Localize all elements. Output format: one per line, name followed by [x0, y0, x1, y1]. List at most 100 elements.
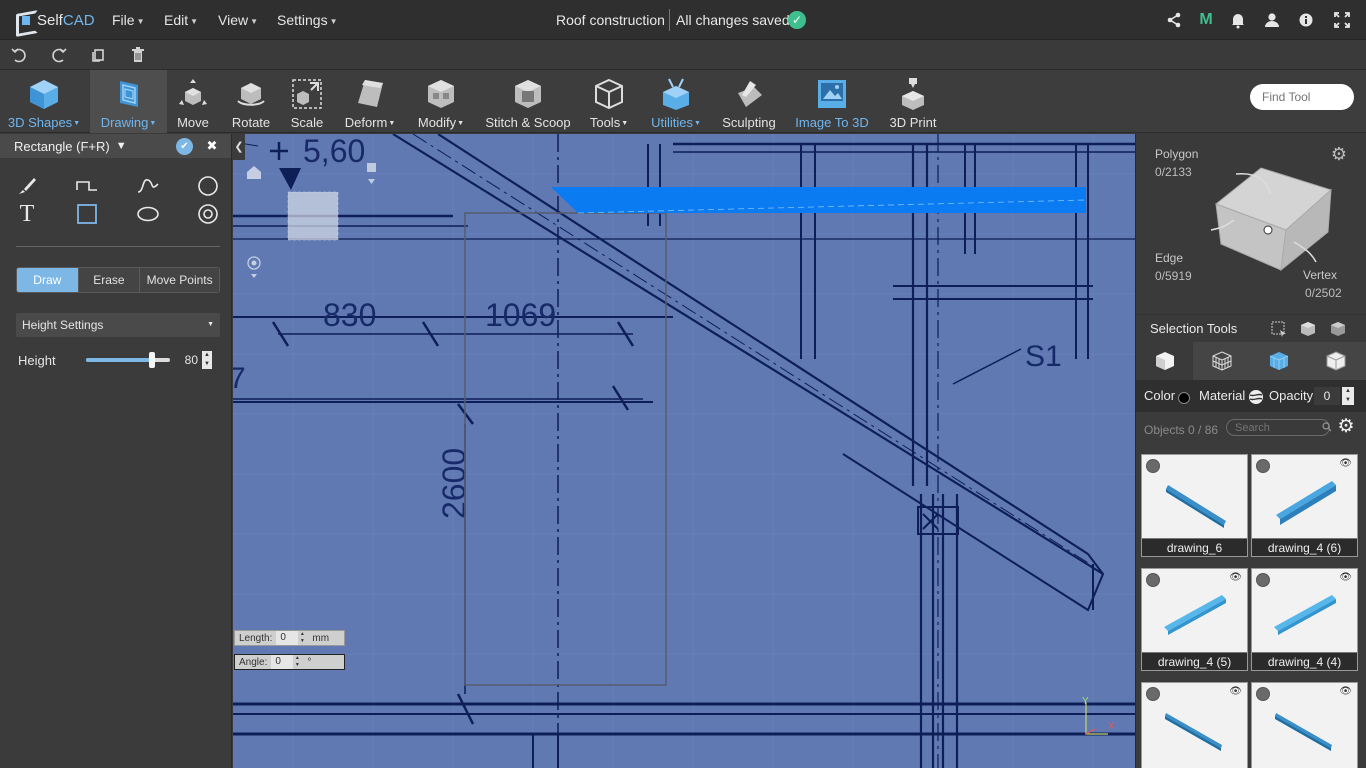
tool-label: Deform: [344, 115, 388, 130]
angle-stepper[interactable]: ▲ ▼: [293, 655, 301, 669]
height-slider[interactable]: [86, 352, 170, 368]
slider-thumb[interactable]: [149, 352, 156, 368]
fullscreen-icon[interactable]: [1332, 10, 1352, 30]
object-card[interactable]: 👁 drawing_4 (4): [1251, 568, 1358, 671]
length-stepper[interactable]: ▲ ▼: [298, 631, 306, 645]
select-all-icon[interactable]: [1329, 320, 1347, 338]
menu-view[interactable]: View ▼: [218, 12, 258, 28]
polyline-icon[interactable]: [75, 174, 99, 198]
tool-drawing[interactable]: Drawing▼: [90, 70, 167, 133]
tool-move[interactable]: Move: [170, 70, 216, 133]
tool-3d-shapes[interactable]: 3D Shapes▼: [6, 70, 82, 133]
object-card[interactable]: 👁: [1141, 682, 1248, 768]
orbit-icon[interactable]: [247, 256, 261, 278]
mode-draw[interactable]: Draw: [17, 268, 79, 292]
opacity-label: Opacity: [1269, 388, 1314, 403]
length-unit: mm: [312, 632, 330, 644]
selection-mode-cube: Polygon 0/2133 Edge 0/5919 Vertex 0/2502…: [1136, 134, 1366, 314]
share-icon[interactable]: [1164, 10, 1184, 30]
circle-icon[interactable]: [196, 174, 220, 198]
mode-erase[interactable]: Erase: [78, 268, 141, 292]
panel-header[interactable]: Rectangle (F+R) ▼ ✔ ✖: [0, 134, 231, 158]
height-settings-dropdown[interactable]: Height Settings ▼: [16, 313, 220, 337]
rectangle-icon[interactable]: [75, 202, 99, 226]
object-card[interactable]: 👁 drawing_4 (5): [1141, 568, 1248, 671]
select-radio[interactable]: [1256, 459, 1270, 473]
confirm-button[interactable]: ✔: [176, 138, 193, 155]
select-connected-icon[interactable]: [1299, 320, 1317, 338]
blueprint-canvas: 5,60 830 1069 2600 S1 7 Y X: [233, 134, 1135, 768]
tab-faces[interactable]: [1250, 342, 1307, 380]
gear-icon[interactable]: ⚙: [1336, 417, 1356, 437]
select-radio[interactable]: [1146, 573, 1160, 587]
tool-stitch-scoop[interactable]: Stitch & Scoop: [484, 70, 572, 133]
object-card[interactable]: drawing_6: [1141, 454, 1248, 557]
opacity-input[interactable]: 0: [1314, 387, 1340, 405]
tool-tools[interactable]: Tools▼: [584, 70, 634, 133]
length-value[interactable]: 0: [276, 631, 299, 645]
tool-rotate[interactable]: Rotate: [226, 70, 276, 133]
menu-edit[interactable]: Edit ▼: [164, 12, 198, 28]
select-radio[interactable]: [1256, 687, 1270, 701]
angle-value[interactable]: 0: [271, 655, 294, 669]
object-card[interactable]: 👁 drawing_4 (6): [1251, 454, 1358, 557]
redo-icon[interactable]: [49, 45, 69, 65]
trash-icon[interactable]: [128, 45, 148, 65]
object-card[interactable]: 👁: [1251, 682, 1358, 768]
select-radio[interactable]: [1256, 573, 1270, 587]
tool-3d-print[interactable]: 3D Print: [884, 70, 942, 133]
chevron-down-icon: ▼: [207, 321, 214, 328]
polygon-label[interactable]: Polygon: [1155, 147, 1198, 161]
menu-settings[interactable]: Settings ▼: [277, 12, 338, 28]
project-title[interactable]: Roof construction: [556, 12, 665, 28]
select-radio[interactable]: [1146, 687, 1160, 701]
tool-modify[interactable]: Modify▼: [412, 70, 470, 133]
collapse-panel-button[interactable]: ❮: [233, 134, 245, 160]
text-icon[interactable]: T: [15, 202, 39, 226]
tab-object[interactable]: [1136, 342, 1193, 380]
material-icon[interactable]: [1248, 389, 1264, 405]
opacity-stepper[interactable]: ▲ ▼: [1342, 387, 1354, 405]
info-icon[interactable]: [1296, 10, 1316, 30]
tool-sculpting[interactable]: Sculpting: [718, 70, 780, 133]
hidden-eye-icon[interactable]: 👁: [1339, 458, 1352, 469]
ring-icon[interactable]: [196, 202, 220, 226]
user-icon[interactable]: [1262, 10, 1282, 30]
bell-icon[interactable]: [1228, 10, 1248, 30]
view-gizmo[interactable]: [279, 163, 376, 241]
tool-utilities[interactable]: Utilities▼: [648, 70, 704, 133]
undo-icon[interactable]: [9, 45, 29, 65]
angle-input[interactable]: Angle: 0 ▲ ▼ °: [234, 654, 345, 670]
copy-icon[interactable]: [88, 45, 108, 65]
brush-icon[interactable]: [15, 174, 39, 198]
select-radio[interactable]: [1146, 459, 1160, 473]
box-select-icon[interactable]: [1270, 320, 1288, 338]
hidden-eye-icon[interactable]: 👁: [1229, 572, 1242, 583]
length-input[interactable]: Length: 0 ▲ ▼ mm: [234, 630, 345, 646]
selected-object[interactable]: [551, 187, 1086, 213]
ellipse-icon[interactable]: [136, 202, 160, 226]
tab-mesh[interactable]: [1193, 342, 1250, 380]
menu-file[interactable]: File ▼: [112, 12, 144, 28]
hidden-eye-icon[interactable]: 👁: [1339, 572, 1352, 583]
edge-label[interactable]: Edge: [1155, 251, 1183, 265]
mode-move-points[interactable]: Move Points: [140, 268, 219, 292]
myminifactory-icon[interactable]: M: [1196, 10, 1216, 30]
curve-icon[interactable]: [136, 174, 160, 198]
tab-wireframe[interactable]: [1307, 342, 1364, 380]
height-stepper[interactable]: ▲ ▼: [202, 351, 212, 369]
tool-scale[interactable]: Scale: [284, 70, 330, 133]
object-search-input[interactable]: [1226, 419, 1330, 436]
selection-cube-icon[interactable]: [1206, 152, 1346, 272]
tool-image-to-3d[interactable]: Image To 3D: [794, 70, 870, 133]
color-swatch[interactable]: [1178, 392, 1190, 404]
selfcad-logo[interactable]: Self CAD: [14, 8, 95, 32]
close-button[interactable]: ✖: [206, 137, 218, 154]
find-tool-input[interactable]: [1250, 84, 1354, 110]
home-icon[interactable]: [247, 166, 261, 179]
hidden-eye-icon[interactable]: 👁: [1229, 686, 1242, 697]
height-value[interactable]: 80: [172, 351, 202, 369]
tool-deform[interactable]: Deform▼: [340, 70, 400, 133]
3d-viewport[interactable]: 5,60 830 1069 2600 S1 7 Y X ❮ Length: 0 …: [233, 134, 1135, 768]
hidden-eye-icon[interactable]: 👁: [1339, 686, 1352, 697]
